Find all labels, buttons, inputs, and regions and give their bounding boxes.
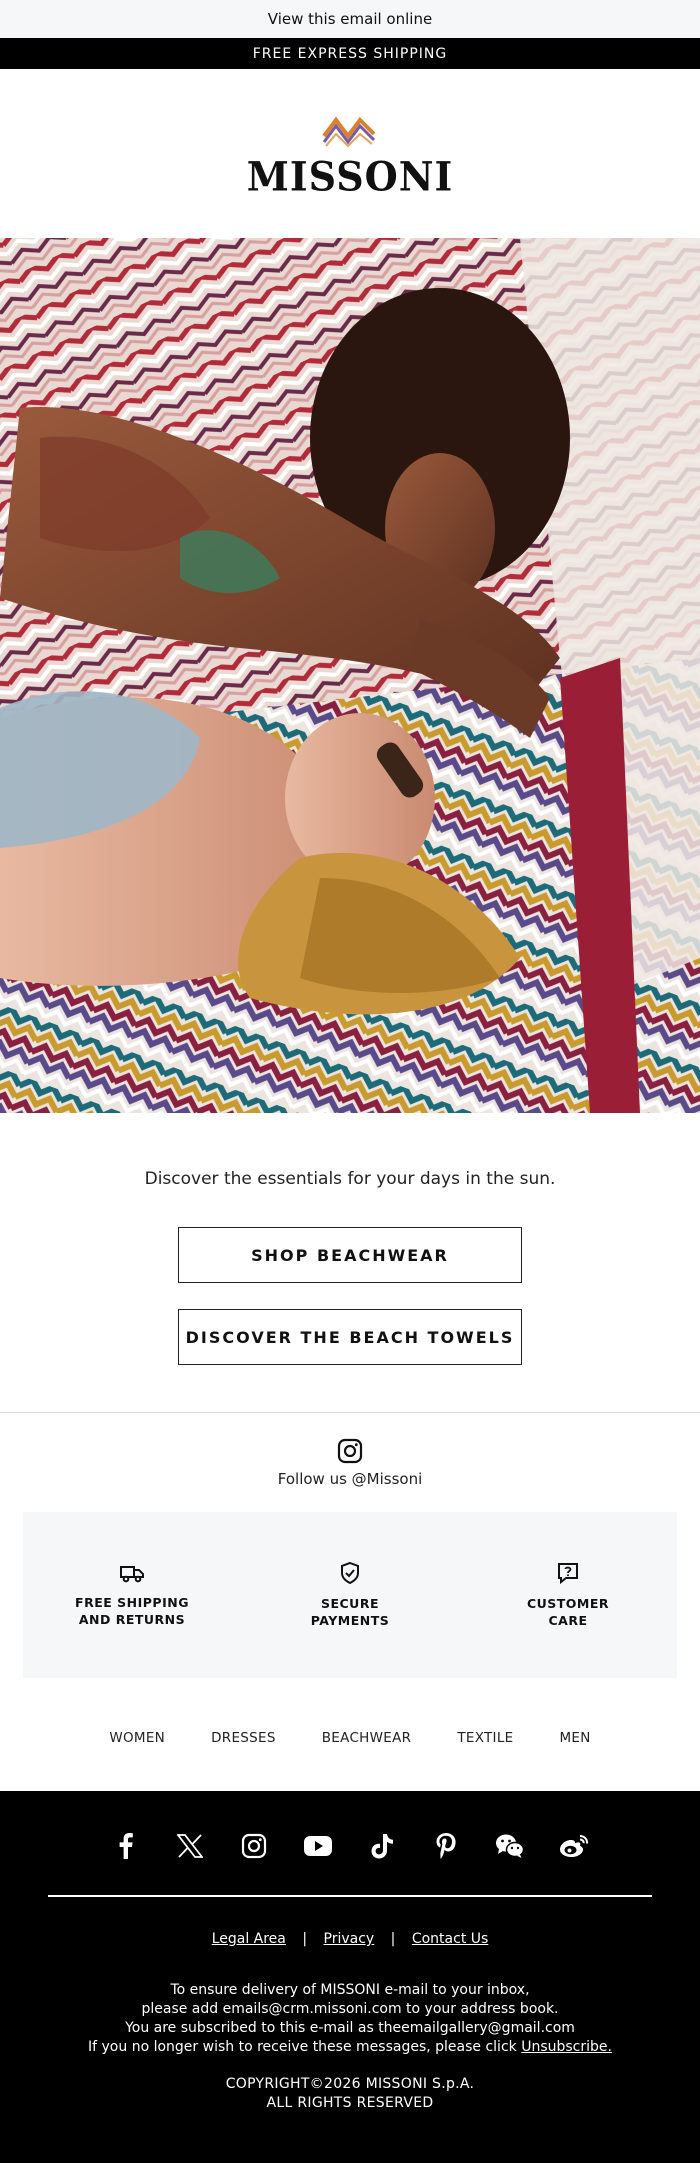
brand-logo[interactable]: MISSONI (0, 69, 700, 238)
footer: Legal Area | Privacy | Contact Us To ens… (0, 1791, 700, 2163)
notice-line-3: You are subscribed to this e-mail as the… (125, 2020, 575, 2036)
service-care-line1: CUSTOMER (526, 1596, 610, 1611)
hero-photo-illustration (0, 238, 700, 1113)
legal-area-link[interactable]: Legal Area (212, 1931, 286, 1947)
follow-section[interactable]: Follow us @Missoni (0, 1438, 700, 1488)
service-payments[interactable]: SECURE PAYMENTS (260, 1561, 440, 1629)
service-care-label: CUSTOMER CARE (527, 1595, 609, 1629)
wechat-icon[interactable] (495, 1830, 526, 1861)
brand-wordmark: MISSONI (246, 152, 454, 201)
section-divider (0, 1412, 700, 1413)
copyright-line-2: ALL RIGHTS RESERVED (266, 2095, 434, 2111)
shipping-banner: FREE EXPRESS SHIPPING (0, 38, 700, 69)
youtube-icon[interactable] (303, 1830, 334, 1861)
hero-tagline: Discover the essentials for your days in… (144, 1169, 556, 1189)
footer-links: Legal Area | Privacy | Contact Us (0, 1931, 700, 1947)
service-shipping[interactable]: FREE SHIPPING AND RETURNS (42, 1562, 222, 1628)
notice-line-4: If you no longer wish to receive these m… (0, 2038, 700, 2057)
service-payments-line2: PAYMENTS (310, 1613, 390, 1628)
notice-line-2: please add emails@crm.missoni.com to you… (141, 2001, 559, 2017)
privacy-link[interactable]: Privacy (324, 1931, 375, 1947)
x-icon[interactable] (175, 1830, 206, 1861)
view-online-link[interactable]: View this email online (268, 10, 432, 28)
instagram-icon[interactable] (337, 1438, 363, 1464)
delivery-notice: To ensure delivery of MISSONI e-mail to … (0, 1981, 700, 2057)
contact-us-link[interactable]: Contact Us (412, 1931, 488, 1947)
shop-beachwear-button[interactable]: SHOP BEACHWEAR (178, 1227, 522, 1283)
shield-check-icon (341, 1561, 359, 1585)
copyright: COPYRIGHT©2026 MISSONI S.p.A. ALL RIGHTS… (0, 2075, 700, 2113)
facebook-icon[interactable] (111, 1830, 142, 1861)
zigzag-logo-icon (322, 116, 376, 148)
service-shipping-line2: AND RETURNS (78, 1612, 186, 1627)
service-shipping-label: FREE SHIPPING AND RETURNS (75, 1594, 189, 1628)
service-payments-line1: SECURE (320, 1596, 379, 1611)
social-icons (0, 1791, 700, 1861)
services-panel: FREE SHIPPING AND RETURNS SECURE PAYMENT… (23, 1512, 677, 1678)
link-separator: | (390, 1931, 396, 1947)
pinterest-icon[interactable] (431, 1830, 462, 1861)
link-separator: | (302, 1931, 308, 1947)
question-chat-icon (558, 1563, 578, 1585)
view-online-bar[interactable]: View this email online (0, 0, 700, 38)
nav-men[interactable]: MEN (559, 1730, 590, 1754)
tiktok-icon[interactable] (367, 1830, 398, 1861)
notice-line-1: To ensure delivery of MISSONI e-mail to … (170, 1982, 530, 1998)
unsubscribe-link[interactable]: Unsubscribe. (521, 2039, 612, 2055)
truck-icon (120, 1566, 144, 1583)
service-payments-label: SECURE PAYMENTS (311, 1595, 390, 1629)
nav-beachwear[interactable]: BEACHWEAR (322, 1730, 412, 1754)
service-care-line2: CARE (548, 1613, 588, 1628)
service-care[interactable]: CUSTOMER CARE (478, 1561, 658, 1629)
weibo-icon[interactable] (559, 1830, 590, 1861)
nav-dresses[interactable]: DRESSES (211, 1730, 276, 1754)
nav-textile[interactable]: TEXTILE (457, 1730, 513, 1754)
copyright-line-1: COPYRIGHT©2026 MISSONI S.p.A. (225, 2076, 475, 2092)
service-shipping-line1: FREE SHIPPING (75, 1595, 189, 1610)
hero-image[interactable] (0, 238, 700, 1113)
follow-text[interactable]: Follow us @Missoni (278, 1470, 423, 1488)
shipping-banner-text: FREE EXPRESS SHIPPING (252, 45, 448, 62)
category-nav: WOMEN DRESSES BEACHWEAR TEXTILE MEN (0, 1730, 700, 1754)
nav-women[interactable]: WOMEN (109, 1730, 165, 1754)
unsubscribe-prompt: If you no longer wish to receive these m… (88, 2039, 517, 2055)
footer-divider (48, 1895, 652, 1897)
discover-beach-towels-button[interactable]: DISCOVER THE BEACH TOWELS (178, 1309, 522, 1365)
instagram-icon[interactable] (239, 1830, 270, 1861)
